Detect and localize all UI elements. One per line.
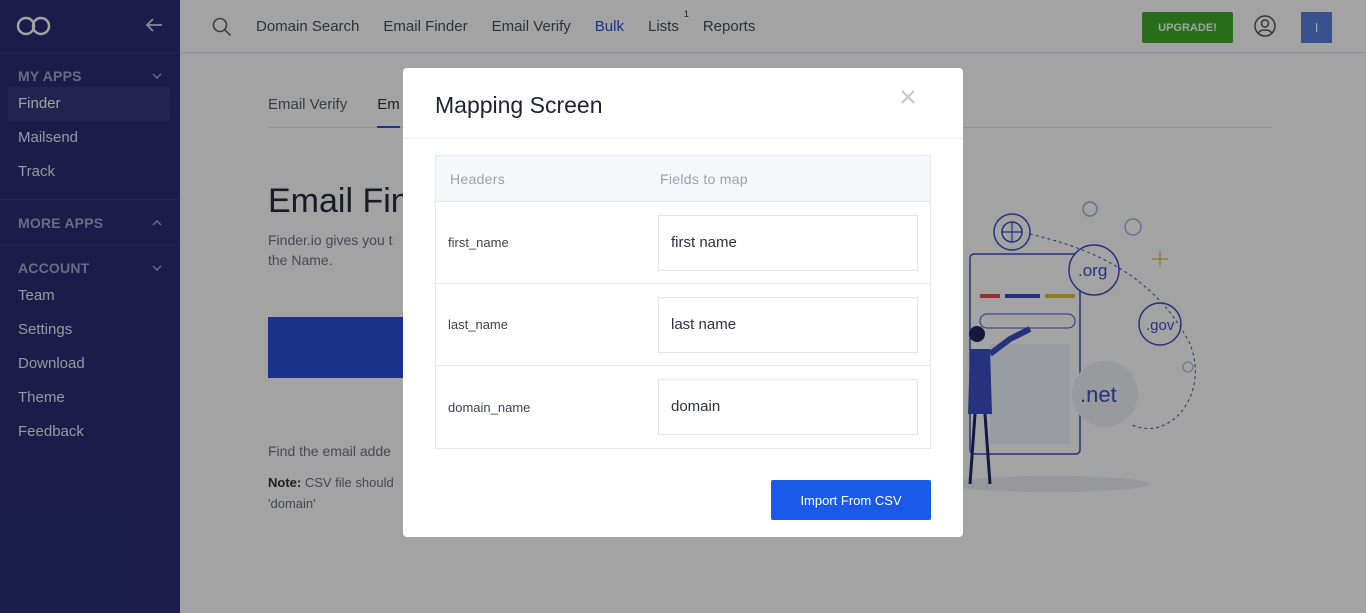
header-cell: domain_name (448, 399, 531, 415)
field-select-first-name[interactable]: first name (658, 214, 918, 271)
close-icon[interactable] (899, 88, 917, 106)
modal-divider (403, 138, 963, 139)
fields-column-header: Fields to map (660, 170, 748, 187)
mapping-table: Headers Fields to map first_name first n… (435, 155, 931, 449)
headers-column-header: Headers (450, 170, 506, 187)
header-cell: first_name (448, 235, 509, 250)
table-row: domain_name domain (436, 366, 930, 448)
modal-title: Mapping Screen (435, 92, 603, 118)
table-header: Headers Fields to map (436, 156, 930, 202)
header-cell: last_name (448, 317, 508, 332)
table-row: last_name last name (436, 284, 930, 366)
import-from-csv-button[interactable]: Import From CSV (771, 480, 931, 520)
field-select-domain[interactable]: domain (658, 379, 918, 435)
mapping-modal: Mapping Screen Headers Fields to map fir… (403, 68, 963, 537)
table-row: first_name first name (436, 202, 930, 284)
field-select-last-name[interactable]: last name (658, 296, 918, 353)
